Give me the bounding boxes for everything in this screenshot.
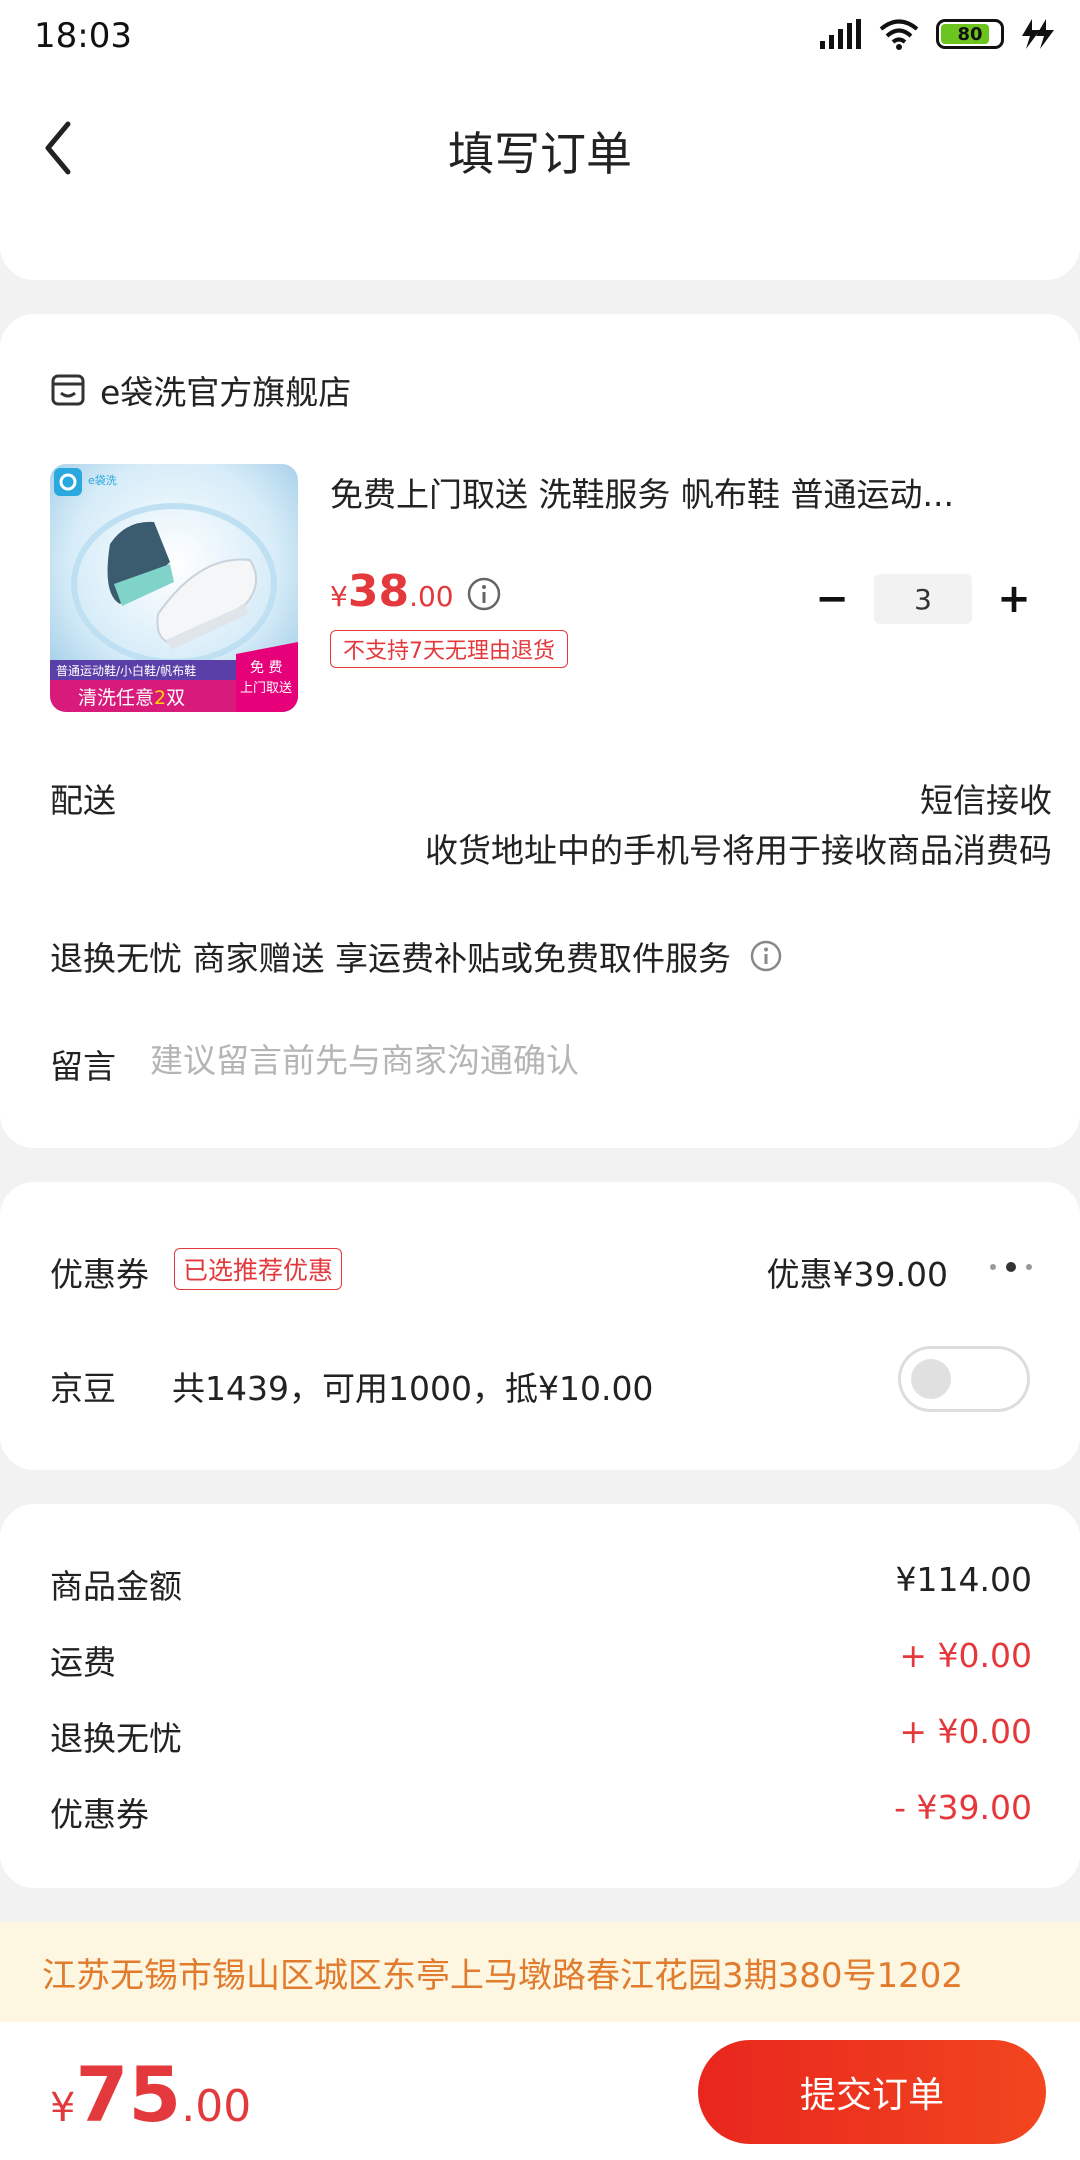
more-icon[interactable] (990, 1262, 1032, 1272)
battery-level: 80 (957, 23, 983, 45)
message-label: 留言 (50, 1047, 116, 1086)
toggle-knob (911, 1359, 951, 1399)
price-info-icon[interactable] (466, 576, 502, 612)
price-integer: 38 (347, 566, 410, 617)
signal-icon (820, 19, 861, 49)
product-image-tags: 普通运动鞋/小白鞋/帆布鞋 (56, 663, 196, 678)
summary-label: 退换无忧 (50, 1719, 182, 1758)
quantity-increase-button[interactable]: + (994, 576, 1034, 622)
coupon-value[interactable]: 优惠¥39.00 (767, 1248, 948, 1296)
summary-row: 运费 + ¥0.00 (50, 1636, 1032, 1684)
product-image-free-line1: 免 费 (250, 660, 282, 676)
address-bar[interactable]: 江苏无锡市锡山区城区东亭上马墩路春江花园3期380号1202 (0, 1922, 1080, 2022)
summary-value: - ¥39.00 (894, 1788, 1032, 1827)
worry-free-row: 退换无忧 商家赠送 享运费补贴或免费取件服务 (50, 932, 783, 980)
coupon-recommended-badge: 已选推荐优惠 (174, 1248, 343, 1290)
message-input[interactable] (150, 1036, 1030, 1084)
submit-order-button[interactable]: 提交订单 (698, 2040, 1046, 2144)
jd-beans-label: 京豆 (50, 1369, 116, 1408)
summary-label: 优惠券 (50, 1795, 149, 1834)
summary-value: ¥114.00 (895, 1560, 1032, 1599)
status-bar: 18:03 80 (0, 0, 1080, 76)
order-item-card: e袋洗官方旗舰店 e袋洗 普通运动鞋/小白鞋/帆布鞋 清洗任意2双 免 费 上门… (0, 314, 1080, 1148)
quantity-value[interactable]: 3 (874, 574, 972, 624)
product-price: ¥38.00 (330, 566, 454, 617)
delivery-label: 配送 (50, 781, 116, 820)
bottom-bar: ¥75.00 提交订单 (0, 2022, 1080, 2160)
charging-icon (1022, 19, 1054, 49)
svg-text:清洗任意2双: 清洗任意2双 (78, 687, 185, 709)
quantity-stepper: − 3 + (812, 574, 1034, 624)
quantity-decrease-button[interactable]: − (812, 576, 852, 622)
product-image-promo-num: 2 (154, 687, 166, 709)
product-image-promo-prefix: 清洗任意 (78, 687, 154, 709)
summary-row: 优惠券 - ¥39.00 (50, 1788, 1032, 1836)
delivery-value: 短信接收 (920, 781, 1052, 820)
discount-card: 优惠券 已选推荐优惠 优惠¥39.00 京豆 共1439，可用1000，抵¥10… (0, 1182, 1080, 1470)
store-icon (51, 374, 85, 406)
product-title[interactable]: 免费上门取送 洗鞋服务 帆布鞋 普通运动... (330, 468, 1040, 516)
shipping-address: 江苏无锡市锡山区城区东亭上马墩路春江花园3期380号1202 (42, 1956, 964, 1996)
price-currency: ¥ (330, 580, 348, 613)
worry-free-text: 退换无忧 商家赠送 享运费补贴或免费取件服务 (50, 939, 731, 978)
price-decimal: .00 (409, 580, 454, 613)
summary-value: + ¥0.00 (899, 1712, 1032, 1751)
product-image-free-line2: 上门取送 (240, 681, 292, 696)
product-image-promo-suffix: 双 (166, 687, 185, 709)
no-return-badge: 不支持7天无理由退货 (330, 630, 568, 668)
shop-row[interactable]: e袋洗官方旗舰店 (50, 366, 351, 414)
status-icons: 80 (820, 18, 1054, 50)
delivery-note: 收货地址中的手机号将用于接收商品消费码 (425, 831, 1052, 870)
shop-name: e袋洗官方旗舰店 (100, 373, 352, 412)
product-image-brand: e袋洗 (88, 473, 117, 487)
status-time: 18:03 (34, 16, 132, 56)
summary-row: 退换无忧 + ¥0.00 (50, 1712, 1032, 1760)
wifi-icon (879, 19, 919, 50)
total-integer: 75 (75, 2050, 182, 2139)
product-image[interactable]: e袋洗 普通运动鞋/小白鞋/帆布鞋 清洗任意2双 免 费 上门取送 (50, 464, 298, 712)
total-decimal: .00 (181, 2081, 252, 2132)
header: 填写订单 (0, 76, 1080, 280)
summary-row: 商品金额 ¥114.00 (50, 1560, 1032, 1608)
page-title: 填写订单 (448, 127, 632, 181)
order-total: ¥75.00 (50, 2050, 251, 2139)
price-summary-card: 商品金额 ¥114.00 运费 + ¥0.00 退换无忧 + ¥0.00 优惠券… (0, 1504, 1080, 1888)
summary-label: 运费 (50, 1643, 116, 1682)
info-icon[interactable] (749, 939, 783, 973)
jd-beans-toggle[interactable] (898, 1346, 1030, 1412)
total-currency: ¥ (50, 2085, 76, 2131)
summary-label: 商品金额 (50, 1567, 182, 1606)
battery-icon: 80 (936, 19, 1004, 49)
jd-beans-info: 共1439，可用1000，抵¥10.00 (172, 1369, 654, 1408)
summary-value: + ¥0.00 (899, 1636, 1032, 1675)
coupon-label: 优惠券 (50, 1255, 149, 1294)
